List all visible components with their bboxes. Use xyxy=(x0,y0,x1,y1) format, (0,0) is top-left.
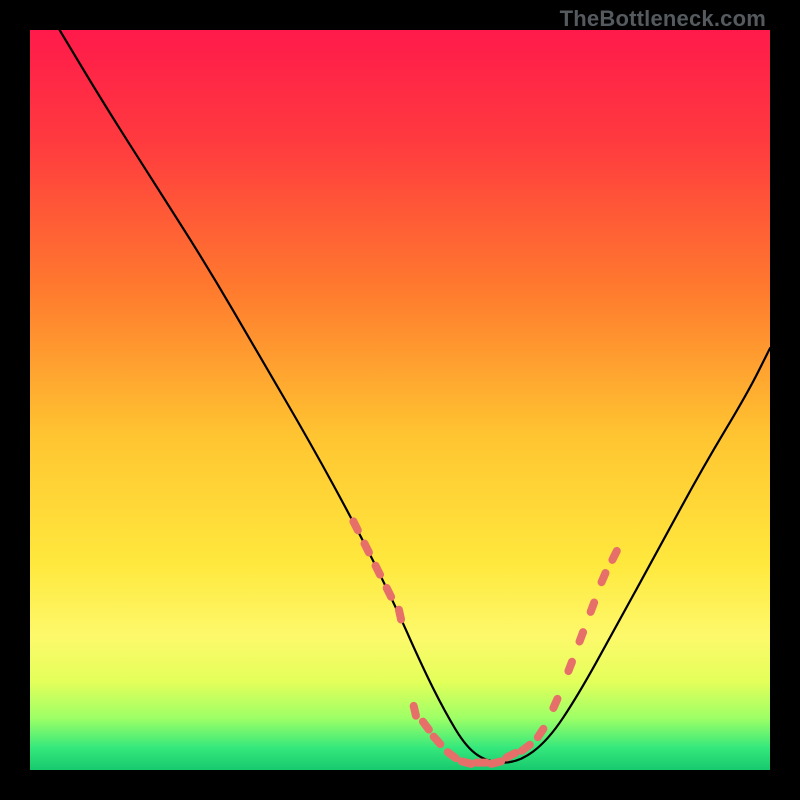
highlight-dash xyxy=(596,568,610,588)
watermark-text: TheBottleneck.com xyxy=(560,6,766,32)
highlight-dash xyxy=(359,538,374,558)
highlight-dash xyxy=(370,560,385,580)
highlight-dash xyxy=(348,516,363,536)
highlight-dash xyxy=(563,657,577,677)
highlight-dash xyxy=(574,627,588,647)
highlight-dash xyxy=(394,605,406,624)
highlight-dash xyxy=(428,731,446,750)
bottleneck-curve-line xyxy=(60,30,770,763)
bottleneck-chart xyxy=(30,30,770,770)
highlight-dash xyxy=(409,701,421,720)
highlight-dash xyxy=(607,546,622,566)
highlight-dash xyxy=(585,597,599,617)
highlight-dash xyxy=(381,583,396,603)
highlight-dash xyxy=(548,694,563,714)
highlight-markers xyxy=(348,516,622,769)
chart-frame xyxy=(30,30,770,770)
highlight-dash xyxy=(417,716,434,735)
